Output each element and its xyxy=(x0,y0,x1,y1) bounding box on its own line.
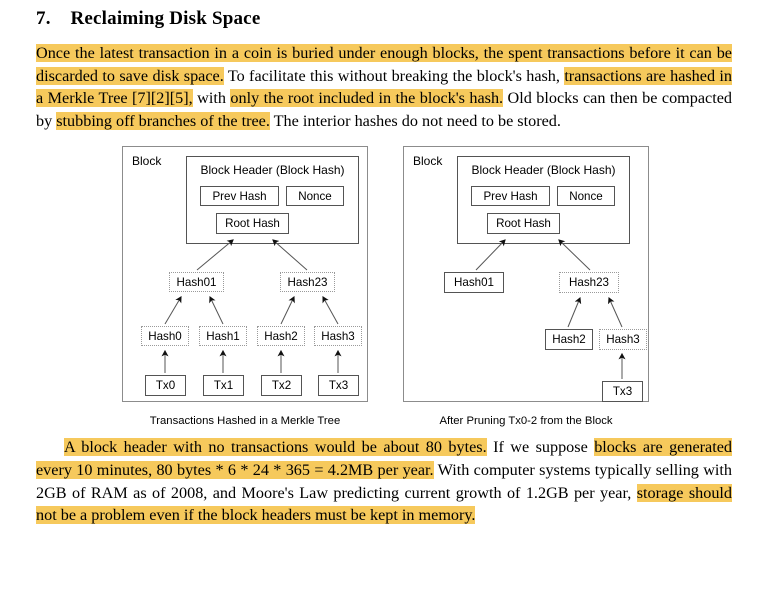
section-number: 7. xyxy=(36,8,51,29)
node-tx1: Tx1 xyxy=(203,375,244,397)
node-hash2-pruned: Hash2 xyxy=(545,329,593,351)
block-container-pruned: Block Block Header (Block Hash) Prev Has… xyxy=(403,146,649,403)
node-tx0: Tx0 xyxy=(145,375,186,397)
node-tx3: Tx3 xyxy=(318,375,359,397)
highlighted-text-run: only the root included in the block's ha… xyxy=(230,89,504,108)
paragraph-reclaiming-disk-space: Once the latest transaction in a coin is… xyxy=(36,42,732,132)
text-run: with xyxy=(192,89,231,108)
figure-merkle-tree-full: Block Block Header (Block Hash) Prev Has… xyxy=(122,146,368,427)
node-hash0: Hash0 xyxy=(141,326,189,347)
highlighted-text-run: stubbing off branches of the tree. xyxy=(56,111,270,130)
figure-caption-pruned: After Pruning Tx0-2 from the Block xyxy=(439,415,613,428)
figure-row: Block Block Header (Block Hash) Prev Has… xyxy=(36,146,732,436)
node-prev-hash: Prev Hash xyxy=(200,186,279,207)
node-hash1: Hash1 xyxy=(199,326,247,347)
node-hash01-pruned: Hash01 xyxy=(444,272,504,294)
node-hash3-pruned: Hash3 xyxy=(599,329,647,351)
text-run: The interior hashes do not need to be st… xyxy=(269,111,561,130)
node-hash3: Hash3 xyxy=(314,326,362,347)
block-container-full: Block Block Header (Block Hash) Prev Has… xyxy=(122,146,368,403)
section-title: Reclaiming Disk Space xyxy=(70,8,261,29)
block-header-title-pruned: Block Header (Block Hash) xyxy=(471,163,616,178)
text-run: To facilitate this without breaking the … xyxy=(223,66,565,85)
highlighted-text-run: A block header with no transactions woul… xyxy=(64,438,487,457)
node-nonce: Nonce xyxy=(286,186,344,207)
figure-merkle-tree-pruned: Block Block Header (Block Hash) Prev Has… xyxy=(403,146,649,427)
node-root-hash: Root Hash xyxy=(216,213,289,235)
node-prev-hash-pruned: Prev Hash xyxy=(471,186,550,207)
block-label: Block xyxy=(132,154,162,169)
node-hash23: Hash23 xyxy=(280,272,335,293)
node-root-hash-pruned: Root Hash xyxy=(487,213,560,235)
node-tx3-pruned: Tx3 xyxy=(602,381,643,403)
node-nonce-pruned: Nonce xyxy=(557,186,615,207)
paragraph-block-header-size: A block header with no transactions woul… xyxy=(36,436,733,526)
node-hash23-pruned: Hash23 xyxy=(559,272,619,294)
document-page: 7. Reclaiming Disk Space Once the latest… xyxy=(0,0,768,600)
text-run: If we suppose xyxy=(486,438,595,457)
node-tx2: Tx2 xyxy=(261,375,302,397)
figure-caption-full: Transactions Hashed in a Merkle Tree xyxy=(149,415,341,428)
node-hash2: Hash2 xyxy=(257,326,305,347)
block-header-title: Block Header (Block Hash) xyxy=(200,163,345,178)
page-title: 7. Reclaiming Disk Space xyxy=(36,0,732,30)
block-label-pruned: Block xyxy=(413,154,443,169)
node-hash01: Hash01 xyxy=(169,272,224,293)
